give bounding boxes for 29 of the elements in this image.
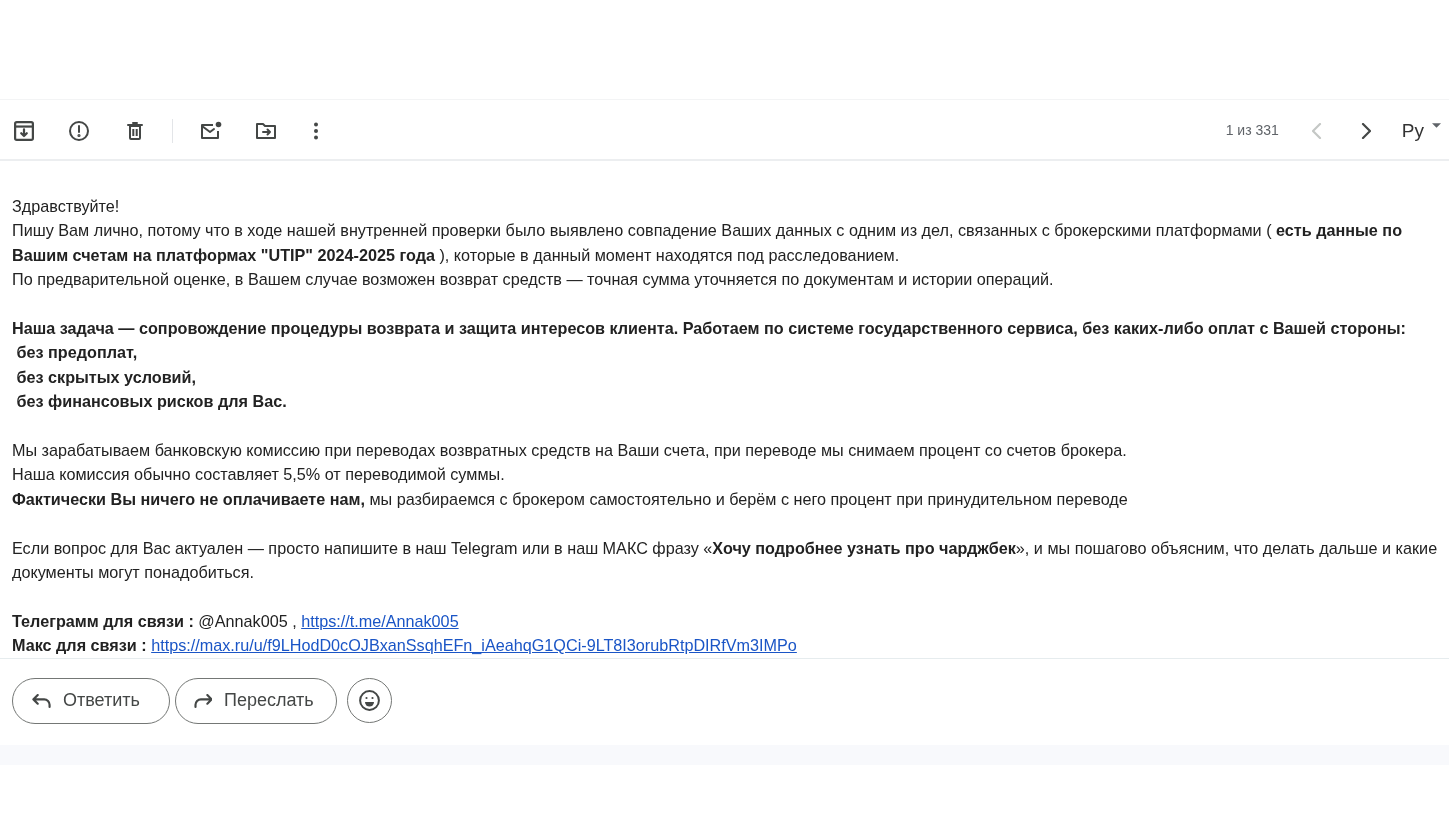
chevron-right-icon[interactable] — [1360, 122, 1371, 139]
contact-link[interactable]: https://t.me/Annak005 — [301, 611, 459, 630]
reply-arrow-icon — [32, 693, 51, 708]
caret-icon — [1432, 122, 1441, 128]
contact-link[interactable]: https://max.ru/u/f9LHodD0cOJBxanSsqhEFn_iAeahqG1QCi-9LT8I3orubRtpDIRfVm3IMPo — [151, 636, 797, 655]
email-text: Пишу Вам лично, потому что в ходе нашей внутренней проверки было выявлено совпадение Ваших данных с одним из дел, связанных с брокерскими платформами ( есть данные по Вашим счетам на платформах "UTIP" 2024-2025 года ), которые в данный момент находятся под расследованием. — [12, 220, 1404, 266]
email-text: без предоплат, — [15, 342, 139, 364]
email-text: Наша комиссия обычно составляет 5,5% от переводимой суммы. — [12, 464, 506, 486]
email-text: Здравствуйте! — [12, 196, 121, 217]
contact-label: Макс для связи : — [12, 636, 147, 655]
contact-handle: @Annak005 , — [198, 611, 297, 630]
email-text: Наша задача — сопровождение процедуры возврата и защита интересов клиента. Работаем по системе государственного сервиса, без каких-либо оплат с Вашей стороны: — [12, 318, 1407, 339]
input-tools-button[interactable]: Ру — [1401, 120, 1441, 141]
more-icon[interactable] — [313, 121, 319, 140]
contact-label: Телеграмм для связи : — [12, 611, 194, 630]
email-text: без скрытых условий, — [15, 366, 198, 388]
email-text: без финансовых рисков для Вас. — [15, 391, 288, 413]
pagination-text: 1 из 331 — [1225, 121, 1279, 140]
email-text: Если вопрос для Вас актуален — просто напишите в наш Telegram или в наш МАКС фразу «Хочу подробнее узнать про чарджбек», и мы пошагово объясним, что делать дальше и какие документы могут понадобиться. — [12, 537, 1439, 584]
forward-arrow-icon — [193, 693, 212, 708]
folder-arrow-icon[interactable] — [255, 121, 277, 140]
email-text: Фактически Вы ничего не оплачиваете нам, мы разбираемся с брокером самостоятельно и берём с него процент при принудительном переводе — [12, 488, 1129, 510]
envelope-dot-icon[interactable] — [200, 120, 222, 141]
archive-icon[interactable] — [14, 120, 34, 141]
trash-icon[interactable] — [127, 120, 143, 141]
email-text: Мы зарабатываем банковскую комиссию при переводах возвратных средств на Ваши счета, при переводе мы снимаем процент со счетов брокера. — [12, 440, 1128, 462]
email-text: По предварительной оценке, в Вашем случае возможен возврат средств — точная сумма уточняется по документам и истории операций. — [12, 269, 1055, 291]
exclamation-circle-icon[interactable] — [69, 120, 89, 141]
smiley-icon — [359, 690, 380, 712]
